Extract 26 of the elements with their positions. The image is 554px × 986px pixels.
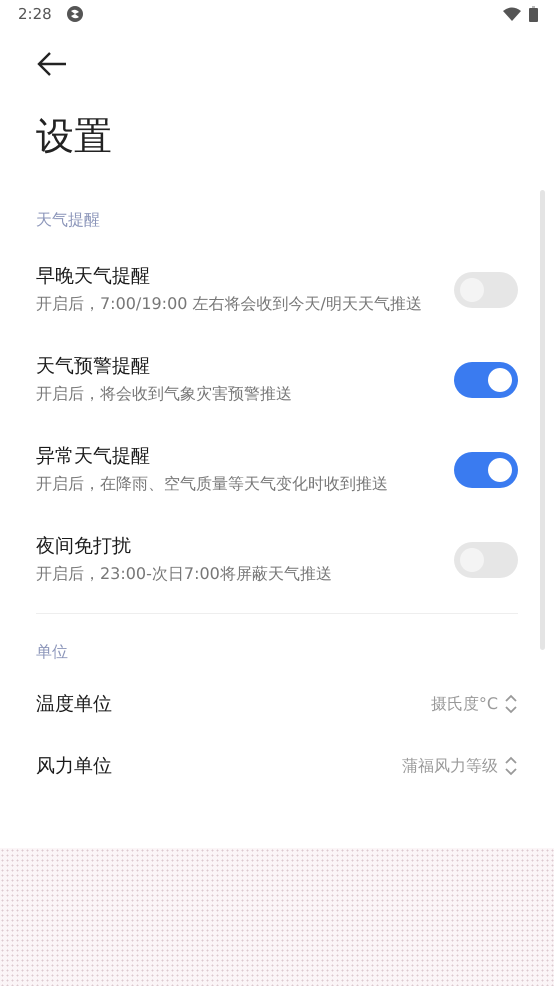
setting-description: 开启后，在降雨、空气质量等天气变化时收到推送 (36, 473, 388, 495)
page-title: 设置 (36, 113, 112, 160)
wifi-icon (503, 7, 521, 21)
chevron-up-down-icon (504, 754, 518, 778)
section-header: 单位 (36, 642, 68, 663)
toggle-switch[interactable] (454, 272, 518, 308)
setting-description: 开启后，23:00-次日7:00将屏蔽天气推送 (36, 563, 332, 585)
toggle-switch[interactable] (454, 542, 518, 578)
unit-selector[interactable]: 摄氏度°C (430, 692, 518, 716)
setting-description: 开启后，将会收到气象灾害预警推送 (36, 383, 292, 405)
section-header: 天气提醒 (36, 210, 100, 231)
setting-title: 夜间免打扰 (36, 534, 131, 559)
setting-title: 异常天气提醒 (36, 444, 150, 469)
unit-selector[interactable]: 蒲福风力等级 (402, 754, 518, 778)
chevron-up-down-icon (504, 692, 518, 716)
app-notification-icon (66, 5, 84, 23)
setting-title: 早晚天气提醒 (36, 264, 150, 289)
setting-title: 风力单位 (36, 754, 112, 779)
toggle-switch[interactable] (454, 362, 518, 398)
status-time: 2:28 (18, 5, 52, 23)
battery-icon (529, 6, 538, 22)
toggle-switch[interactable] (454, 452, 518, 488)
setting-title: 温度单位 (36, 692, 112, 717)
back-arrow-icon[interactable] (36, 50, 68, 78)
setting-title: 天气预警提醒 (36, 354, 150, 379)
setting-description: 开启后，7:00/19:00 左右将会收到今天/明天天气推送 (36, 293, 422, 315)
